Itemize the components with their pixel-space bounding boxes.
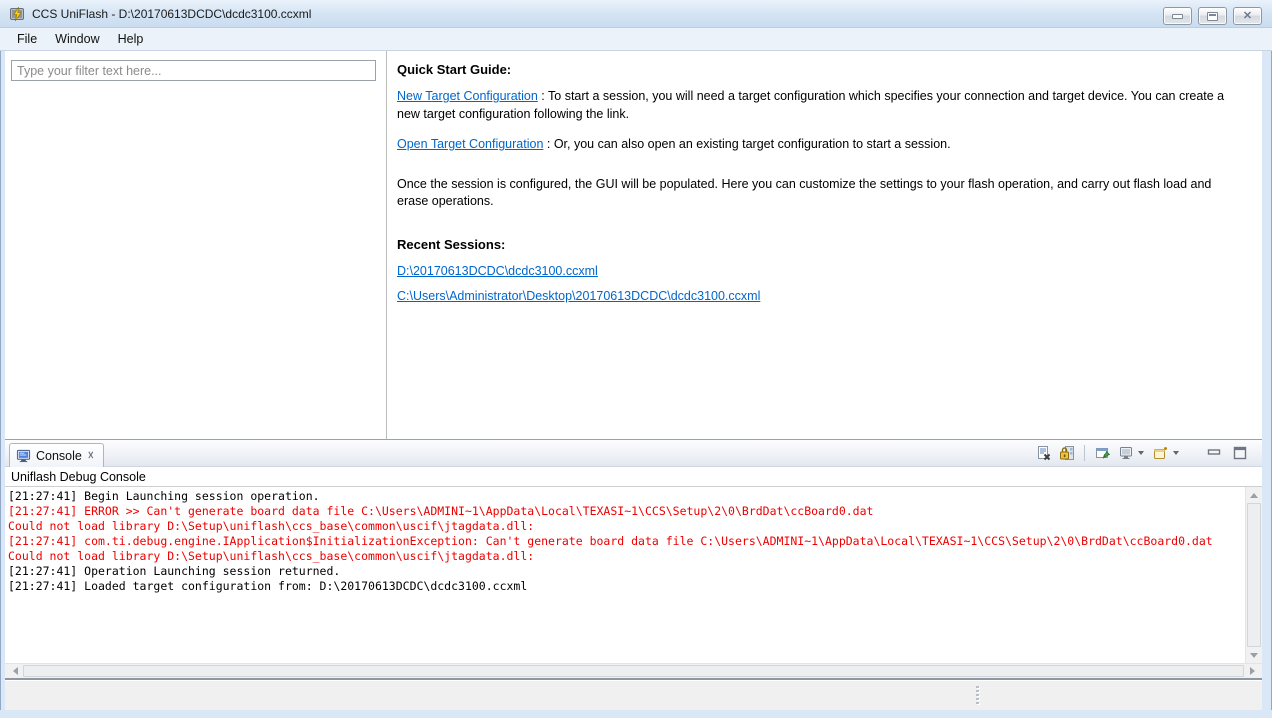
- console-log: [21:27:41] Begin Launching session opera…: [8, 489, 1242, 663]
- quick-start-link[interactable]: Open Target Configuration: [397, 137, 543, 151]
- console-line: [21:27:41] Loaded target configuration f…: [8, 579, 528, 593]
- vertical-scrollbar[interactable]: [1245, 487, 1262, 663]
- minimize-icon: [1172, 13, 1183, 19]
- app-window: CCS UniFlash - D:\20170613DCDC\dcdc3100.…: [0, 0, 1272, 718]
- filter-input[interactable]: [11, 60, 376, 81]
- console-view: Console ☓ Uniflash Debug Console [21:27:…: [5, 439, 1262, 680]
- scroll-up-icon[interactable]: [1246, 487, 1262, 503]
- recent-session-link[interactable]: D:\20170613DCDC\dcdc3100.ccxml: [397, 264, 598, 278]
- window-title: CCS UniFlash - D:\20170613DCDC\dcdc3100.…: [32, 6, 312, 21]
- device-filter-panel: [5, 51, 387, 439]
- console-toolbar: [1035, 444, 1248, 461]
- open-console-dropdown-icon[interactable]: [1173, 450, 1179, 455]
- quick-start-item: Open Target Configuration : Or, you can …: [397, 136, 1242, 154]
- close-button[interactable]: ✕: [1233, 7, 1262, 25]
- window-controls: ✕: [1163, 7, 1262, 25]
- menu-item[interactable]: File: [8, 29, 46, 49]
- console-header: Console ☓: [5, 440, 1262, 467]
- close-icon: ✕: [1242, 9, 1253, 22]
- toolbar-separator: [1084, 444, 1085, 461]
- menu-item[interactable]: Window: [46, 29, 108, 49]
- console-body: [21:27:41] Begin Launching session opera…: [5, 487, 1262, 663]
- workbench: Quick Start Guide: New Target Configurat…: [5, 51, 1262, 710]
- scroll-left-icon[interactable]: [7, 664, 23, 678]
- status-bar-grip[interactable]: [976, 686, 979, 704]
- tab-close-icon[interactable]: ☓: [87, 449, 95, 462]
- console-line: [21:27:41] Begin Launching session opera…: [8, 489, 320, 503]
- quick-start-panel: Quick Start Guide: New Target Configurat…: [388, 51, 1262, 439]
- console-icon: [16, 449, 31, 463]
- minimize-button[interactable]: [1163, 7, 1192, 25]
- console-line: Could not load library D:\Setup\uniflash…: [8, 519, 535, 533]
- display-console-dropdown-icon[interactable]: [1138, 450, 1144, 455]
- console-tab-label: Console: [36, 448, 82, 463]
- quick-start-title: Quick Start Guide:: [397, 62, 512, 77]
- recent-session-row: C:\Users\Administrator\Desktop\20170613D…: [397, 289, 1242, 313]
- recent-session-row: D:\20170613DCDC\dcdc3100.ccxml: [397, 264, 1242, 288]
- quick-start-items: New Target Configuration : To start a se…: [397, 88, 1242, 154]
- pin-console-icon[interactable]: [1094, 444, 1111, 461]
- clear-console-icon[interactable]: [1035, 444, 1052, 461]
- minimize-view-icon[interactable]: [1205, 444, 1222, 461]
- maximize-view-icon[interactable]: [1231, 444, 1248, 461]
- quick-start-link[interactable]: New Target Configuration: [397, 89, 538, 103]
- open-console-icon[interactable]: [1152, 444, 1169, 461]
- recent-sessions-list: D:\20170613DCDC\dcdc3100.ccxml C:\Users\A…: [397, 264, 1242, 313]
- console-line: [21:27:41] com.ti.debug.engine.IApplicat…: [8, 534, 1213, 548]
- menu-bar: File Window Help: [0, 28, 1272, 51]
- scroll-lock-icon[interactable]: [1058, 444, 1075, 461]
- maximize-button[interactable]: [1198, 7, 1227, 25]
- console-line: Could not load library D:\Setup\uniflash…: [8, 549, 535, 563]
- console-subtitle: Uniflash Debug Console: [5, 467, 1262, 487]
- window-frame-bottom: [0, 710, 1272, 718]
- console-line: [21:27:41] ERROR >> Can't generate board…: [8, 504, 874, 518]
- quick-start-item-text: : Or, you can also open an existing targ…: [543, 137, 951, 151]
- horizontal-scroll-thumb[interactable]: [23, 665, 1244, 677]
- display-selected-console-icon[interactable]: [1117, 444, 1134, 461]
- horizontal-scrollbar[interactable]: [5, 663, 1262, 678]
- main-area: Quick Start Guide: New Target Configurat…: [5, 51, 1262, 439]
- scroll-right-icon[interactable]: [1244, 664, 1260, 678]
- maximize-icon: [1207, 11, 1218, 21]
- recent-sessions-title: Recent Sessions:: [397, 236, 506, 252]
- quick-start-note: Once the session is configured, the GUI …: [397, 176, 1212, 209]
- view-minmax-controls: [1205, 444, 1248, 461]
- quick-start-item: New Target Configuration : To start a se…: [397, 88, 1242, 123]
- recent-session-link[interactable]: C:\Users\Administrator\Desktop\20170613D…: [397, 289, 760, 303]
- tab-console[interactable]: Console ☓: [9, 443, 104, 467]
- scroll-down-icon[interactable]: [1246, 647, 1262, 663]
- status-bar: [5, 681, 1262, 710]
- title-bar: CCS UniFlash - D:\20170613DCDC\dcdc3100.…: [0, 0, 1272, 28]
- vertical-scroll-thumb[interactable]: [1247, 503, 1261, 647]
- uniflash-app-icon: [10, 6, 24, 21]
- console-line: [21:27:41] Operation Launching session r…: [8, 564, 341, 578]
- menu-item[interactable]: Help: [109, 29, 153, 49]
